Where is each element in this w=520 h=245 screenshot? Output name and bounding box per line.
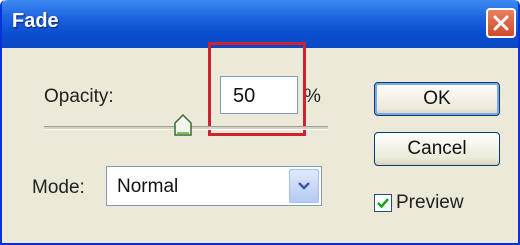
highlight-annotation-box (208, 42, 306, 136)
opacity-label: Opacity: (44, 86, 114, 107)
mode-selected-value: Normal (117, 176, 179, 197)
preview-checkbox[interactable] (374, 194, 392, 212)
chevron-down-icon (298, 182, 310, 190)
close-button[interactable] (486, 8, 516, 38)
fade-dialog: Fade Opacity: 50 % OK Cancel Mode: Norma… (0, 0, 520, 245)
preview-label[interactable]: Preview (396, 192, 464, 214)
title-bar[interactable]: Fade (2, 0, 518, 48)
mode-dropdown-button[interactable] (289, 169, 319, 203)
checkmark-icon (377, 198, 389, 209)
percent-sign: % (304, 86, 321, 107)
mode-select[interactable]: Normal (106, 166, 322, 206)
cancel-button[interactable]: Cancel (374, 132, 500, 166)
close-icon (493, 15, 509, 31)
opacity-slider-thumb[interactable] (174, 113, 192, 137)
ok-button[interactable]: OK (374, 82, 500, 116)
dialog-title: Fade (12, 10, 59, 32)
mode-label: Mode: (32, 177, 85, 198)
